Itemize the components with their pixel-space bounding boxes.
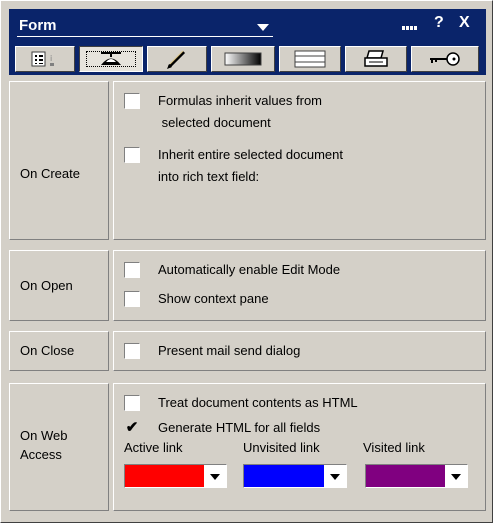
- formulas-inherit-label-line2: selected document: [158, 115, 271, 130]
- options-menu-icon[interactable]: [402, 17, 420, 30]
- visited-link-color-picker[interactable]: [365, 464, 468, 488]
- printer-icon: [364, 50, 388, 67]
- tab-focus-rect: [86, 51, 136, 67]
- formulas-inherit-checkbox[interactable]: [124, 93, 140, 109]
- title-bar: Form ? X: [9, 9, 486, 43]
- generate-html-label: Generate HTML for all fields: [158, 420, 321, 435]
- tab-header-footer[interactable]: [279, 46, 341, 72]
- key-icon: [430, 52, 460, 66]
- option-inherit-document[interactable]: Inherit entire selected document into ri…: [124, 147, 343, 188]
- unvisited-link-label: Unvisited link: [243, 440, 320, 455]
- tab-design[interactable]: [147, 46, 207, 72]
- inherit-document-label-line1: Inherit entire selected document: [158, 147, 343, 162]
- section-on-create: On Create Formulas inherit values from s…: [9, 81, 486, 240]
- on-create-options: Formulas inherit values from selected do…: [113, 81, 486, 240]
- launch-tab-content: On Create Formulas inherit values from s…: [9, 81, 486, 516]
- option-formulas-inherit[interactable]: Formulas inherit values from selected do…: [124, 93, 322, 134]
- on-close-options: Present mail send dialog: [113, 331, 486, 371]
- tab-info[interactable]: i: [15, 46, 75, 72]
- form-properties-window: Form ? X i On Create Formulas inherit va…: [0, 0, 493, 523]
- svg-text:i: i: [50, 54, 52, 63]
- section-on-web-access: On Web Access Treat document contents as…: [9, 383, 486, 511]
- option-auto-edit-mode[interactable]: Automatically enable Edit Mode: [124, 262, 340, 281]
- on-close-label-cell: On Close: [9, 331, 109, 371]
- tab-launch[interactable]: [79, 46, 143, 72]
- option-context-pane[interactable]: Show context pane: [124, 291, 269, 310]
- auto-edit-mode-label: Automatically enable Edit Mode: [158, 262, 341, 277]
- on-web-access-label: On Web Access: [20, 426, 67, 464]
- tab-background[interactable]: [211, 46, 275, 72]
- mail-send-dialog-checkbox[interactable]: [124, 343, 140, 359]
- context-pane-label: Show context pane: [158, 291, 269, 306]
- info-icon: i: [31, 51, 54, 67]
- unvisited-link-swatch: [244, 465, 324, 487]
- on-web-access-label-cell: On Web Access: [9, 383, 109, 511]
- treat-as-html-checkbox[interactable]: [124, 395, 140, 411]
- header-footer-icon: [294, 50, 326, 68]
- chevron-down-icon[interactable]: [324, 465, 346, 487]
- window-title: Form: [19, 17, 57, 34]
- context-pane-checkbox[interactable]: [124, 291, 140, 307]
- background-icon: [224, 52, 262, 66]
- object-type-dropdown[interactable]: Form: [17, 16, 273, 37]
- section-on-close: On Close Present mail send dialog: [9, 331, 486, 371]
- active-link-color-picker[interactable]: [124, 464, 227, 488]
- on-create-label-cell: On Create: [9, 81, 109, 240]
- active-link-swatch: [125, 465, 204, 487]
- on-web-access-label-line1: On Web: [20, 428, 68, 443]
- visited-link-swatch: [366, 465, 445, 487]
- treat-as-html-label: Treat document contents as HTML: [158, 395, 358, 410]
- on-open-label: On Open: [20, 278, 73, 293]
- dropdown-arrow-icon: [257, 24, 269, 31]
- tab-printing[interactable]: [345, 46, 407, 72]
- option-treat-as-html[interactable]: Treat document contents as HTML: [124, 395, 358, 414]
- option-generate-html[interactable]: ✔ Generate HTML for all fields: [124, 420, 320, 439]
- close-button[interactable]: X: [459, 14, 470, 32]
- section-on-open: On Open Automatically enable Edit Mode S…: [9, 250, 486, 321]
- inherit-document-label-line2: into rich text field:: [158, 169, 260, 184]
- tab-strip: i: [9, 43, 486, 75]
- chevron-down-icon[interactable]: [445, 465, 467, 487]
- on-close-label: On Close: [20, 343, 75, 358]
- help-button[interactable]: ?: [434, 14, 444, 32]
- on-web-access-label-line2: Access: [20, 447, 62, 462]
- inherit-document-checkbox[interactable]: [124, 147, 140, 163]
- visited-link-label: Visited link: [363, 440, 425, 455]
- tab-security[interactable]: [411, 46, 479, 72]
- mail-send-dialog-label: Present mail send dialog: [158, 343, 301, 358]
- chevron-down-icon[interactable]: [204, 465, 226, 487]
- option-mail-send-dialog[interactable]: Present mail send dialog: [124, 343, 300, 362]
- generate-html-checkbox[interactable]: ✔: [124, 420, 140, 436]
- on-open-label-cell: On Open: [9, 250, 109, 321]
- on-open-options: Automatically enable Edit Mode Show cont…: [113, 250, 486, 321]
- unvisited-link-color-picker[interactable]: [243, 464, 347, 488]
- on-create-label: On Create: [20, 166, 80, 181]
- formulas-inherit-label-line1: Formulas inherit values from: [158, 93, 322, 108]
- active-link-label: Active link: [124, 440, 183, 455]
- pen-icon: [167, 50, 186, 69]
- auto-edit-mode-checkbox[interactable]: [124, 262, 140, 278]
- on-web-access-options: Treat document contents as HTML ✔ Genera…: [113, 383, 486, 511]
